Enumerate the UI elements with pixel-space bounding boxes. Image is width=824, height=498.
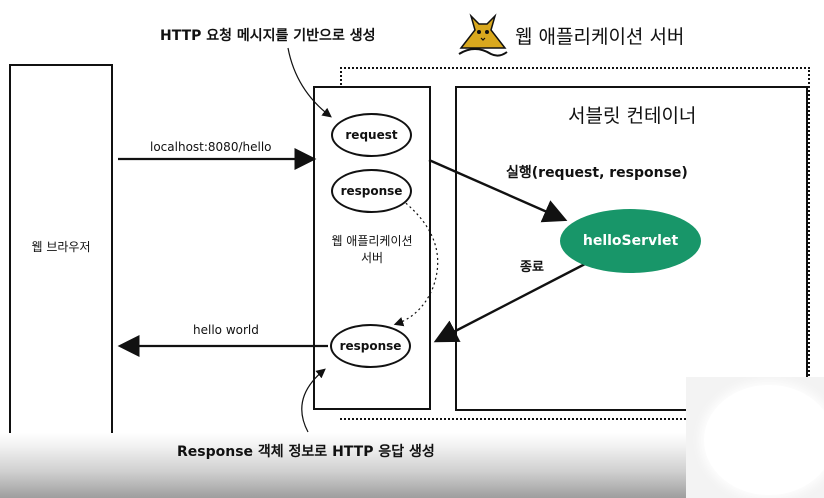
request-node: request xyxy=(331,113,412,157)
hello-servlet-node: helloServlet xyxy=(560,209,701,273)
corner-video-overlay xyxy=(686,377,824,498)
corner-overlay-blob xyxy=(704,385,824,495)
hello-world-label: hello world xyxy=(193,323,259,337)
was-inner-label-line1: 웹 애플리케이션 xyxy=(331,234,413,248)
response-top-node: response xyxy=(331,169,412,213)
url-label: localhost:8080/hello xyxy=(150,140,272,154)
response-creation-note: Response 객체 정보로 HTTP 응답 생성 xyxy=(177,444,435,460)
execute-label: 실행(request, response) xyxy=(506,165,688,181)
finish-label: 종료 xyxy=(520,260,544,275)
response-bottom-node: response xyxy=(330,324,411,368)
was-inner-label-line2: 서버 xyxy=(360,251,384,265)
